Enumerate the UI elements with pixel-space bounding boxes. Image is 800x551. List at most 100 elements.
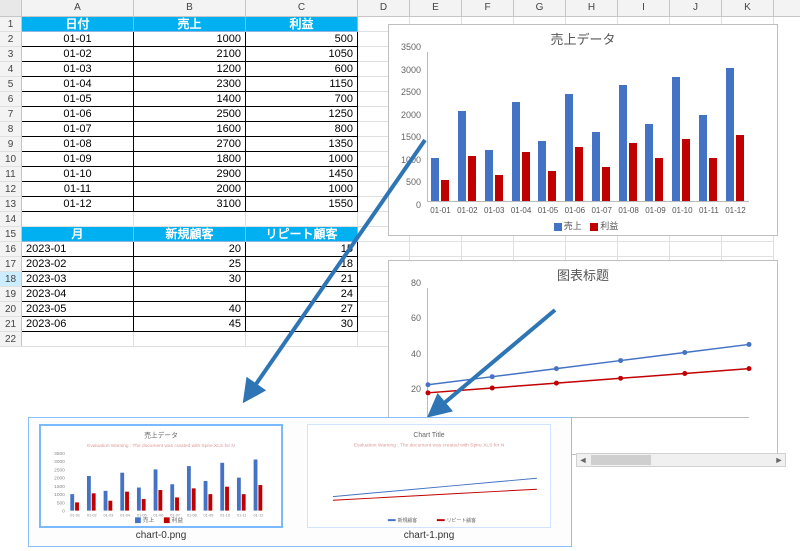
row-header[interactable]: 5	[0, 77, 22, 92]
row-header[interactable]: 11	[0, 167, 22, 182]
col-A[interactable]: A	[22, 0, 134, 16]
cell[interactable]: 2023-06	[22, 317, 134, 332]
row-header[interactable]: 21	[0, 317, 22, 332]
cell[interactable]: 1200	[134, 62, 246, 77]
row-header[interactable]: 4	[0, 62, 22, 77]
col-F[interactable]: F	[462, 0, 514, 16]
cell[interactable]	[722, 242, 774, 257]
cell[interactable]: 15	[246, 242, 358, 257]
row-header[interactable]: 13	[0, 197, 22, 212]
cell[interactable]	[22, 212, 134, 227]
cell[interactable]: 01-06	[22, 107, 134, 122]
cell[interactable]: 01-05	[22, 92, 134, 107]
cell[interactable]: リピート顧客	[246, 227, 358, 242]
cell[interactable]: 売上	[134, 17, 246, 32]
cell[interactable]: 01-09	[22, 152, 134, 167]
thumbnail-chart0[interactable]: 売上データ Evaluation Warning : The document …	[37, 424, 285, 544]
cell[interactable]: 01-11	[22, 182, 134, 197]
cell[interactable]: 2023-01	[22, 242, 134, 257]
cell[interactable]: 600	[246, 62, 358, 77]
row-header[interactable]: 22	[0, 332, 22, 347]
col-I[interactable]: I	[618, 0, 670, 16]
cell[interactable]: 2500	[134, 107, 246, 122]
cell[interactable]: 2023-03	[22, 272, 134, 287]
cell[interactable]: 01-12	[22, 197, 134, 212]
cell[interactable]: 24	[246, 287, 358, 302]
cell[interactable]: 1250	[246, 107, 358, 122]
row-header[interactable]: 19	[0, 287, 22, 302]
cell[interactable]: 2023-05	[22, 302, 134, 317]
cell[interactable]: 利益	[246, 17, 358, 32]
col-E[interactable]: E	[410, 0, 462, 16]
cell[interactable]	[618, 242, 670, 257]
cell[interactable]	[134, 287, 246, 302]
cell[interactable]: 1000	[134, 32, 246, 47]
cell[interactable]: 01-01	[22, 32, 134, 47]
row-header[interactable]: 17	[0, 257, 22, 272]
cell[interactable]: 27	[246, 302, 358, 317]
cell[interactable]: 1000	[246, 152, 358, 167]
horizontal-scrollbar[interactable]: ◄ ►	[576, 453, 786, 467]
cell[interactable]	[462, 242, 514, 257]
row-header[interactable]: 10	[0, 152, 22, 167]
cell[interactable]: 30	[134, 272, 246, 287]
scroll-thumb[interactable]	[591, 455, 651, 465]
row-header[interactable]: 20	[0, 302, 22, 317]
cell[interactable]	[246, 212, 358, 227]
cell[interactable]: 月	[22, 227, 134, 242]
row-header[interactable]: 18	[0, 272, 22, 287]
row-header[interactable]: 1	[0, 17, 22, 32]
row-header[interactable]: 14	[0, 212, 22, 227]
cell[interactable]: 1000	[246, 182, 358, 197]
row-header[interactable]: 15	[0, 227, 22, 242]
cell[interactable]	[22, 332, 134, 347]
cell[interactable]: 2100	[134, 47, 246, 62]
cell[interactable]: 1350	[246, 137, 358, 152]
cell[interactable]: 700	[246, 92, 358, 107]
cell[interactable]	[358, 242, 410, 257]
cell[interactable]: 01-10	[22, 167, 134, 182]
row-header[interactable]: 12	[0, 182, 22, 197]
cell[interactable]	[134, 212, 246, 227]
col-J[interactable]: J	[670, 0, 722, 16]
cell[interactable]	[514, 242, 566, 257]
row-header[interactable]: 7	[0, 107, 22, 122]
col-K[interactable]: K	[722, 0, 774, 16]
cell[interactable]: 2023-02	[22, 257, 134, 272]
cell[interactable]: 800	[246, 122, 358, 137]
cell[interactable]: 01-02	[22, 47, 134, 62]
cell[interactable]: 日付	[22, 17, 134, 32]
cell[interactable]: 2900	[134, 167, 246, 182]
cell[interactable]: 新規顧客	[134, 227, 246, 242]
cell[interactable]: 2700	[134, 137, 246, 152]
row-header[interactable]: 6	[0, 92, 22, 107]
cell[interactable]: 1600	[134, 122, 246, 137]
cell[interactable]: 30	[246, 317, 358, 332]
cell[interactable]: 01-07	[22, 122, 134, 137]
cell[interactable]: 2000	[134, 182, 246, 197]
col-G[interactable]: G	[514, 0, 566, 16]
col-C[interactable]: C	[246, 0, 358, 16]
cell[interactable]: 25	[134, 257, 246, 272]
cell[interactable]	[134, 332, 246, 347]
cell[interactable]: 1400	[134, 92, 246, 107]
col-D[interactable]: D	[358, 0, 410, 16]
cell[interactable]: 45	[134, 317, 246, 332]
row-header[interactable]: 16	[0, 242, 22, 257]
cell[interactable]: 01-08	[22, 137, 134, 152]
cell[interactable]: 40	[134, 302, 246, 317]
col-B[interactable]: B	[134, 0, 246, 16]
cell[interactable]: 2023-04	[22, 287, 134, 302]
cell[interactable]: 1050	[246, 47, 358, 62]
cell[interactable]: 01-04	[22, 77, 134, 92]
scroll-left-icon[interactable]: ◄	[577, 454, 589, 466]
cell[interactable]: 1450	[246, 167, 358, 182]
cell[interactable]: 1800	[134, 152, 246, 167]
scroll-right-icon[interactable]: ►	[773, 454, 785, 466]
chart-bar-sales[interactable]: 売上データ 0500100015002000250030003500 01-01…	[388, 24, 778, 236]
col-H[interactable]: H	[566, 0, 618, 16]
cell[interactable]: 21	[246, 272, 358, 287]
cell[interactable]: 500	[246, 32, 358, 47]
row-header[interactable]: 9	[0, 137, 22, 152]
row-header[interactable]: 2	[0, 32, 22, 47]
